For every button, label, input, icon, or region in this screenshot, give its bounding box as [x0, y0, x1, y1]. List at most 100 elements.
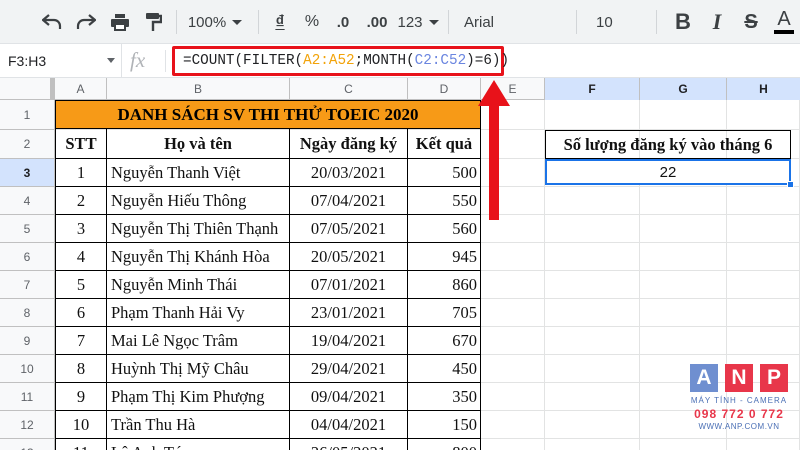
count-label-cell[interactable]: Số lượng đăng ký vào tháng 6	[545, 130, 791, 159]
name-box[interactable]: F3:H3	[0, 44, 122, 77]
table-cell[interactable]: Nguyễn Thanh Việt	[107, 159, 290, 187]
row-header[interactable]: 6	[0, 243, 54, 271]
table-cell[interactable]: 23/01/2021	[290, 299, 408, 327]
table-cell[interactable]: Trần Thu Hà	[107, 411, 290, 439]
row-header[interactable]: 8	[0, 299, 54, 327]
table-cell[interactable]: 2	[55, 187, 107, 215]
text-color-button[interactable]: A	[770, 8, 798, 36]
increase-decimal-button[interactable]: .00	[362, 8, 392, 36]
table-cell[interactable]: 670	[408, 327, 481, 355]
table-cell[interactable]: 5	[55, 271, 107, 299]
grid-cell[interactable]	[727, 187, 800, 215]
count-result-cell[interactable]: 22	[545, 159, 791, 185]
table-cell[interactable]: 07/05/2021	[290, 215, 408, 243]
table-cell[interactable]: Phạm Thị Kim Phượng	[107, 383, 290, 411]
row-header[interactable]: 4	[0, 187, 54, 215]
table-header-cell[interactable]: Ngày đăng ký	[290, 129, 408, 159]
grid-cell[interactable]	[545, 355, 640, 383]
grid-cell[interactable]	[727, 327, 800, 355]
grid-cell[interactable]	[545, 327, 640, 355]
grid-cell[interactable]	[640, 271, 727, 299]
select-all-corner[interactable]	[0, 78, 55, 100]
column-header-d[interactable]: D	[408, 78, 481, 100]
table-cell[interactable]: 945	[408, 243, 481, 271]
table-cell[interactable]: Nguyễn Thị Khánh Hòa	[107, 243, 290, 271]
grid-cell[interactable]	[727, 271, 800, 299]
table-cell[interactable]: 450	[408, 355, 481, 383]
row-header[interactable]: 13	[0, 439, 54, 450]
row-header[interactable]: 12	[0, 411, 54, 439]
table-cell[interactable]: 860	[408, 271, 481, 299]
freeze-bar[interactable]	[50, 78, 55, 100]
grid-cell[interactable]	[640, 243, 727, 271]
grid-cell[interactable]	[545, 187, 640, 215]
grid-cell[interactable]	[727, 243, 800, 271]
grid-cell[interactable]	[640, 187, 727, 215]
redo-icon[interactable]	[72, 8, 100, 36]
table-cell[interactable]: Nguyễn Minh Thái	[107, 271, 290, 299]
table-cell[interactable]: 7	[55, 327, 107, 355]
table-cell[interactable]: 150	[408, 411, 481, 439]
column-header-c[interactable]: C	[290, 78, 408, 100]
table-cell[interactable]: 26/05/2021	[290, 439, 408, 450]
grid-cell[interactable]	[727, 100, 800, 130]
table-cell[interactable]: 3	[55, 215, 107, 243]
italic-button[interactable]: I	[704, 8, 730, 36]
print-icon[interactable]	[106, 8, 134, 36]
table-cell[interactable]: Mai Lê Ngọc Trâm	[107, 327, 290, 355]
table-cell[interactable]: 10	[55, 411, 107, 439]
table-title[interactable]: DANH SÁCH SV THI THỬ TOEIC 2020	[55, 100, 481, 129]
grid-cell[interactable]	[545, 271, 640, 299]
grid-cell[interactable]	[727, 215, 800, 243]
row-header[interactable]: 11	[0, 383, 54, 411]
fill-handle[interactable]	[787, 181, 794, 188]
column-header-g[interactable]: G	[640, 78, 727, 100]
table-cell[interactable]: 29/04/2021	[290, 355, 408, 383]
font-family-select[interactable]: Arial	[458, 8, 568, 36]
grid-cell[interactable]	[481, 411, 545, 439]
zoom-select[interactable]: 100%	[184, 8, 246, 36]
table-cell[interactable]: Phạm Thanh Hải Vy	[107, 299, 290, 327]
table-cell[interactable]: Nguyễn Thị Thiên Thạnh	[107, 215, 290, 243]
table-cell[interactable]: Nguyễn Hiếu Thông	[107, 187, 290, 215]
table-cell[interactable]: 350	[408, 383, 481, 411]
more-formats-button[interactable]: 123	[396, 8, 440, 36]
table-cell[interactable]: 04/04/2021	[290, 411, 408, 439]
grid-cell[interactable]	[481, 327, 545, 355]
column-header-a[interactable]: A	[55, 78, 107, 100]
table-cell[interactable]: 07/01/2021	[290, 271, 408, 299]
table-cell[interactable]: 800	[408, 439, 481, 450]
table-header-cell[interactable]: Họ và tên	[107, 129, 290, 159]
font-size-select[interactable]: 10	[586, 8, 646, 36]
table-cell[interactable]: 19/04/2021	[290, 327, 408, 355]
grid-cell[interactable]	[640, 299, 727, 327]
row-header[interactable]: 9	[0, 327, 54, 355]
table-cell[interactable]: 705	[408, 299, 481, 327]
table-header-cell[interactable]: STT	[55, 129, 107, 159]
grid-cell[interactable]	[545, 215, 640, 243]
table-cell[interactable]: 560	[408, 215, 481, 243]
table-cell[interactable]: 11	[55, 439, 107, 450]
table-cell[interactable]: 6	[55, 299, 107, 327]
currency-format-button[interactable]: ₫	[268, 8, 292, 36]
row-header[interactable]: 10	[0, 355, 54, 383]
table-header-cell[interactable]: Kết quả	[408, 129, 481, 159]
table-cell[interactable]: Lê Anh Tú	[107, 439, 290, 450]
grid-cell[interactable]	[640, 439, 727, 450]
table-cell[interactable]: 07/04/2021	[290, 187, 408, 215]
row-header[interactable]: 7	[0, 271, 54, 299]
table-cell[interactable]: 4	[55, 243, 107, 271]
table-cell[interactable]: 1	[55, 159, 107, 187]
column-header-f[interactable]: F	[545, 78, 640, 100]
percent-format-button[interactable]: %	[300, 8, 324, 36]
undo-icon[interactable]	[38, 8, 66, 36]
grid-cell[interactable]	[640, 100, 727, 130]
grid-cell[interactable]	[481, 383, 545, 411]
column-header-b[interactable]: B	[107, 78, 290, 100]
grid-cell[interactable]	[481, 271, 545, 299]
table-cell[interactable]: 500	[408, 159, 481, 187]
grid-cell[interactable]	[727, 439, 800, 450]
table-cell[interactable]: 8	[55, 355, 107, 383]
row-header[interactable]: 5	[0, 215, 54, 243]
grid-cell[interactable]	[481, 439, 545, 450]
